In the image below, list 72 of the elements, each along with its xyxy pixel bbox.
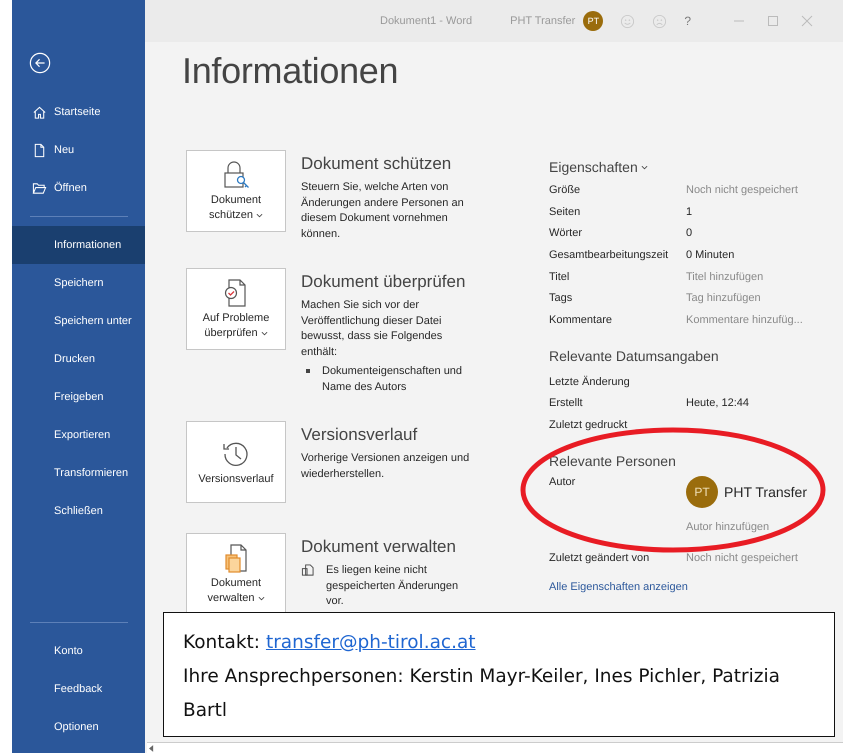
all-properties-link[interactable]: Alle Eigenschaften anzeigen (549, 581, 839, 594)
contact-persons-text: Ihre Ansprechpersonen: Kerstin Mayr-Keiler, Ines Pichler, Patrizia Bartl (183, 665, 781, 723)
page-title: Informationen (182, 50, 400, 92)
property-value: 0 (686, 227, 692, 240)
section-title: Versionsverlauf (301, 425, 418, 445)
nav-item[interactable]: Exportieren (12, 416, 145, 454)
frown-icon[interactable] (652, 14, 668, 28)
caret-icon (260, 330, 268, 336)
nav-item[interactable]: Neu (12, 131, 145, 169)
section-title: Dokument überprüfen (301, 272, 466, 292)
action-button[interactable]: Dokument schützen (186, 150, 286, 232)
section-description: Machen Sie sich vor der Veröffentlichung dieser Datei bewusst, dass sie Folgendes enthält: (301, 298, 444, 360)
scroll-left-icon[interactable] (149, 744, 154, 752)
property-label: Kommentare (549, 314, 613, 326)
nav-item[interactable]: Öffnen (12, 169, 145, 207)
caret-icon[interactable] (640, 164, 648, 170)
folder-icon (32, 180, 47, 196)
close-icon[interactable] (801, 15, 814, 27)
nav-item[interactable]: Transformieren (12, 454, 145, 492)
property-label: Wörter (549, 227, 583, 240)
property-label: Zuletzt gedruckt (549, 419, 628, 432)
bullet-icon (306, 369, 310, 373)
nav-item[interactable]: Freigeben (12, 378, 145, 416)
property-value: Noch nicht gespeichert (686, 552, 798, 564)
nav-item[interactable]: Speichern (12, 264, 145, 302)
nav-item[interactable]: Optionen (12, 708, 145, 746)
home-icon (32, 104, 47, 120)
properties-heading[interactable]: Eigenschaften (549, 159, 638, 175)
dates-heading: Relevante Datumsangaben (549, 348, 719, 364)
note-text: Es liegen keine nicht gespeicherten Änderungen vor. (326, 563, 460, 609)
caret-icon (256, 212, 264, 218)
action-button[interactable]: Versionsverlauf (186, 421, 286, 503)
section-description: Vorherige Versionen anzeigen und wiederherstellen. (301, 451, 470, 482)
contact-label: Kontakt: (183, 632, 260, 653)
nav-item[interactable]: Speichern unter (12, 302, 145, 340)
property-value: 1 (686, 206, 692, 218)
document-icon (32, 142, 47, 158)
nav-item[interactable]: Konto (12, 632, 145, 670)
property-label: Autor (549, 476, 576, 488)
property-label: Erstellt (549, 397, 584, 410)
email-link[interactable]: transfer@ph-tirol.ac.at (266, 632, 476, 653)
property-label: Letzte Änderung (549, 376, 631, 388)
nav-item[interactable]: Startseite (12, 93, 145, 131)
property-value: Heute, 12:44 (686, 397, 749, 410)
author-name: PHT Transfer (724, 484, 807, 500)
section-title: Dokument verwalten (301, 537, 457, 557)
property-label: Gesamtbearbeitungszeit (549, 248, 670, 261)
nav-item[interactable]: Feedback (12, 670, 145, 708)
people-heading: Relevante Personen (549, 452, 676, 469)
property-label: Seiten (549, 206, 582, 218)
horizontal-scrollbar[interactable] (147, 742, 843, 753)
bullet-text: Dokumenteigenschaften und Name des Autors (322, 364, 464, 394)
property-label: Titel (549, 270, 570, 283)
section-title: Dokument schützen (301, 154, 452, 174)
property-label: Größe (549, 184, 582, 196)
nav-item[interactable]: Schließen (12, 492, 145, 530)
maximize-icon[interactable] (767, 15, 780, 27)
smiley-icon[interactable] (620, 14, 636, 28)
documents-icon (301, 564, 314, 577)
section-description: Steuern Sie, welche Arten von Änderungen andere Personen an diesem Dokument vornehmen können. (301, 180, 465, 242)
property-label: Tags (549, 292, 574, 304)
nav-item[interactable]: Drucken (12, 340, 145, 378)
property-label: Zuletzt geändert von (549, 552, 650, 564)
caret-icon (258, 596, 265, 601)
nav-item[interactable]: Informationen (12, 226, 145, 264)
property-value: 0 Minuten (686, 248, 734, 261)
action-button[interactable]: Auf Probleme überprüfen (186, 268, 286, 350)
action-button[interactable]: Dokument verwalten (186, 533, 286, 615)
window-title: Dokument1 - Word (380, 15, 472, 27)
help-button[interactable]: ? (684, 14, 692, 28)
author-avatar: PT (686, 476, 718, 508)
user-avatar[interactable]: PT (583, 11, 604, 31)
